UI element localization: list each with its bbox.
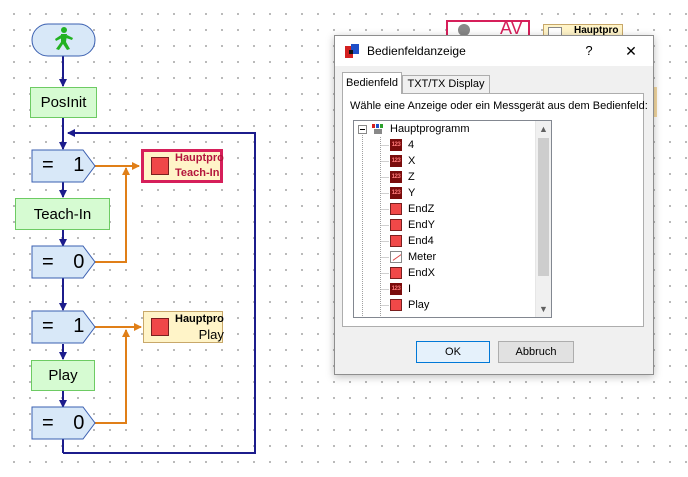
number-display-icon: 123 [390, 139, 402, 151]
teach-in-block[interactable]: Teach-In [15, 198, 110, 230]
panel-element-play-text: Hauptpro Play [175, 312, 224, 342]
ok-button[interactable]: OK [416, 341, 490, 363]
compare-4-value: 0 [73, 412, 85, 434]
panel-element-teach-in-text: Hauptpro Teach-In [175, 151, 224, 181]
tree-item-root[interactable]: Hauptprogramm [372, 121, 469, 137]
tree-item[interactable]: End4 [390, 233, 434, 249]
panel-tree-view[interactable]: Hauptprogramm 123 4 123 X 123 Z 123 Y EndZ EndY En… [353, 120, 552, 318]
meter-icon [390, 251, 402, 263]
tree-item[interactable]: 123 I [390, 281, 411, 297]
compare-2-operator: = [42, 251, 54, 273]
tree-item[interactable]: EndZ [390, 201, 434, 217]
lamp-icon [390, 235, 402, 247]
tree-item-label: 4 [408, 139, 415, 151]
tree-item-label: X [408, 155, 416, 167]
number-display-icon: 123 [390, 283, 402, 295]
help-button[interactable]: ? [579, 41, 599, 61]
close-button[interactable]: ✕ [621, 41, 641, 61]
tree-item[interactable]: Play [390, 297, 429, 313]
scroll-down-arrow-icon[interactable]: ▼ [536, 301, 551, 317]
lamp-icon [151, 318, 169, 336]
tree-item-label: EndX [408, 267, 435, 279]
tab-txt-display[interactable]: TXT/TX Display [402, 75, 490, 94]
lamp-icon [151, 157, 169, 175]
tree-item[interactable]: 123 Y [390, 185, 415, 201]
app-icon [345, 44, 359, 58]
lamp-icon [390, 267, 402, 279]
tree-item[interactable]: Meter [390, 249, 436, 265]
tree-item-label: EndZ [408, 203, 435, 215]
tab-bedienfeld[interactable]: Bedienfeld [342, 72, 402, 94]
instruction-text: Wähle eine Anzeige oder ein Messgerät au… [350, 100, 648, 112]
tree-item-label: Y [408, 187, 416, 199]
compare-3-label: = 1 [42, 315, 84, 338]
tree-item-root-label: Hauptprogramm [390, 123, 470, 135]
compare-3-value: 1 [73, 315, 85, 337]
lamp-icon [390, 299, 402, 311]
tree-item-label: Meter [408, 251, 437, 263]
compare-3-operator: = [42, 315, 54, 337]
compare-2-value: 0 [73, 251, 85, 273]
dialog-title: Bedienfeldanzeige [367, 44, 466, 58]
play-label: Play [48, 367, 78, 384]
tree-item-label: EndY [408, 219, 435, 231]
panel-element-teach-in[interactable]: Hauptpro Teach-In [141, 149, 224, 183]
scroll-up-arrow-icon[interactable]: ▲ [536, 121, 551, 137]
compare-4-operator: = [42, 412, 54, 434]
lamp-icon [390, 203, 402, 215]
tree-item[interactable]: EndY [390, 217, 435, 233]
program-icon [372, 123, 384, 135]
lamp-icon [390, 219, 402, 231]
branch-line-cmp4-panel2 [95, 329, 130, 424]
panel-element-teach-in-line2: Teach-In [175, 167, 220, 179]
posinit-label: PosInit [40, 94, 87, 111]
compare-2-label: = 0 [42, 251, 84, 274]
tree-item-label: Z [408, 171, 415, 183]
posinit-block[interactable]: PosInit [30, 87, 97, 118]
tree-item-label: Play [408, 299, 430, 311]
panel-element-play-line1: Hauptpro [175, 313, 224, 325]
panel-element-teach-in-line1: Hauptpro [175, 152, 224, 164]
cancel-button[interactable]: Abbruch [498, 341, 574, 363]
panel-element-play-line2: Play [198, 327, 224, 342]
compare-4-label: = 0 [42, 412, 84, 435]
number-display-icon: 123 [390, 171, 402, 183]
compare-1-label: = 1 [42, 154, 84, 177]
tab-content: Wähle eine Anzeige oder ein Messgerät au… [342, 93, 648, 327]
tree-item[interactable]: 123 4 [390, 137, 414, 153]
play-block[interactable]: Play [31, 360, 95, 391]
tree-item[interactable]: 123 X [390, 153, 415, 169]
tree-item-label: End4 [408, 235, 434, 247]
tree-connector-lines [358, 125, 389, 317]
teach-in-label: Teach-In [33, 205, 92, 223]
bedienfeldanzeige-dialog: Bedienfeldanzeige ? ✕ Bedienfeld TXT/TX … [334, 35, 654, 375]
compare-1-operator: = [42, 154, 54, 176]
panel-element-play[interactable]: Hauptpro Play [143, 311, 224, 343]
tree-item[interactable]: EndX [390, 265, 435, 281]
tree-item[interactable]: 123 Z [390, 169, 415, 185]
number-display-icon: 123 [390, 155, 402, 167]
scroll-thumb[interactable] [538, 138, 549, 276]
tree-scrollbar[interactable]: ▲ ▼ [535, 121, 551, 317]
dialog-titlebar[interactable]: Bedienfeldanzeige ? ✕ [335, 36, 653, 66]
compare-1-value: 1 [73, 154, 85, 176]
tree-item-label: I [408, 283, 412, 295]
number-display-icon: 123 [390, 187, 402, 199]
